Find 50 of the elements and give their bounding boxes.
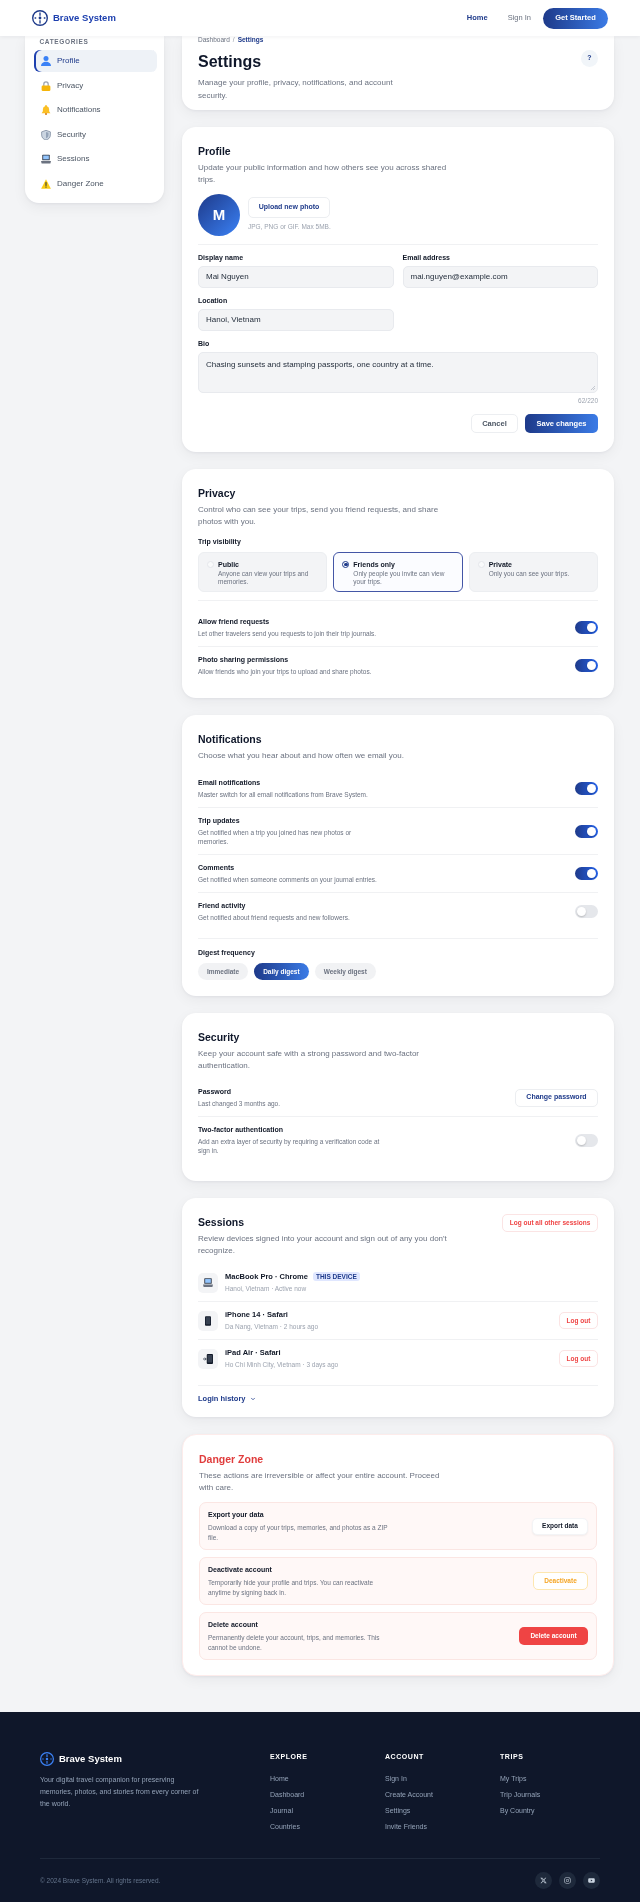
section-title: Profile	[198, 145, 232, 157]
person-icon	[40, 56, 51, 66]
play-button-icon[interactable]	[583, 1872, 600, 1889]
section-description: Review devices signed into your account and sign out of any you don't recognize.	[198, 1233, 448, 1257]
bio-field[interactable]: Chasing sunsets and stamping passports, one country at a time.	[198, 352, 598, 393]
avatar: M	[198, 194, 240, 236]
section-description: Choose what you hear about and how often we email you.	[198, 750, 405, 762]
section-title: Danger Zone	[199, 1453, 265, 1465]
section-description: These actions are irreversible or affect your entire account. Proceed with care.	[199, 1470, 441, 1494]
sidebar-item[interactable]: Sessions	[33, 148, 157, 170]
sidebar-item[interactable]: Danger Zone	[33, 172, 157, 195]
section-description: Keep your account safe with a strong password and two-factor authentication.	[198, 1048, 420, 1072]
sidebar-item[interactable]: Privacy	[33, 74, 157, 97]
toggle-switch[interactable]	[575, 824, 598, 838]
text-field[interactable]: Hanoi, Vietnam	[198, 309, 394, 331]
warning-icon	[40, 178, 51, 189]
section-title: Sessions	[198, 1216, 246, 1228]
smartphone-icon	[198, 1310, 218, 1331]
padlock-icon	[40, 80, 51, 91]
footer-brand-name: Brave System	[59, 1751, 122, 1766]
sidebar-item[interactable]: Notifications	[33, 99, 157, 121]
sidebar-item[interactable]: Security	[33, 123, 157, 146]
resize-handle-icon	[591, 386, 595, 390]
text-field[interactable]: Mai Nguyen	[198, 266, 394, 288]
text-field[interactable]: mai.nguyen@example.com	[402, 266, 598, 288]
bell-icon	[40, 105, 51, 115]
crosshair-icon	[40, 1752, 54, 1766]
sidebar-item[interactable]: Profile	[33, 50, 157, 72]
toggle-switch[interactable]	[575, 621, 598, 634]
laptop-icon	[40, 154, 51, 164]
toggle-switch[interactable]	[575, 659, 598, 672]
letter-x-icon[interactable]	[535, 1872, 552, 1889]
radio-icon	[342, 561, 350, 568]
laptop-icon	[198, 1272, 218, 1293]
crosshair-icon	[32, 10, 48, 26]
page-description: Manage your profile, privacy, notifications, and account security.	[198, 77, 394, 102]
shield-icon	[40, 129, 51, 140]
section-description: Update your public information and how others see you across shared trips.	[198, 162, 448, 186]
section-title: Notifications	[198, 733, 263, 745]
toggle-switch[interactable]	[575, 782, 598, 795]
toggle-switch[interactable]	[575, 1133, 598, 1147]
toggle-switch[interactable]	[575, 905, 598, 918]
toggle-switch[interactable]	[575, 867, 598, 880]
section-description: Control who can see your trips, send you friend requests, and share photos with you.	[198, 504, 440, 528]
page-title: Settings	[198, 52, 263, 72]
brand-name[interactable]: Brave System	[53, 10, 116, 26]
camera-icon[interactable]	[559, 1872, 576, 1889]
section-title: Privacy	[198, 487, 237, 499]
chevron-down-icon	[249, 1396, 256, 1402]
section-title: Security	[198, 1031, 241, 1043]
